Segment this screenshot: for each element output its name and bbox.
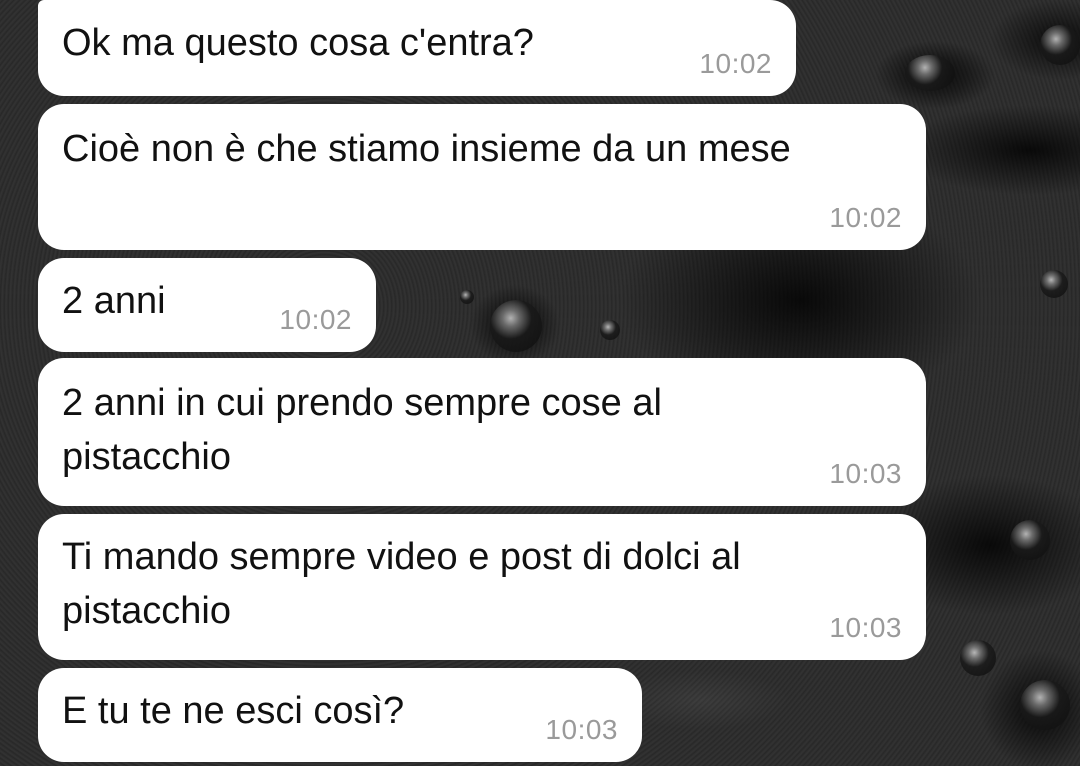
message-bubble[interactable]: Cioè non è che stiamo insieme da un mese… [38,104,926,250]
message-timestamp: 10:03 [829,458,902,489]
message-text: Ti mando sempre video e post di dolci al… [62,536,741,632]
message-text: Ok ma questo cosa c'entra? [62,22,534,64]
message-bubble[interactable]: 2 anni 10:02 [38,258,376,352]
message-bubble[interactable]: Ok ma questo cosa c'entra? 10:02 [38,0,796,96]
message-text: 2 anni [62,280,166,322]
message-timestamp: 10:02 [829,202,902,233]
message-timestamp: 10:03 [545,714,618,745]
message-timestamp: 10:02 [279,304,352,335]
message-bubble[interactable]: E tu te ne esci così? 10:03 [38,668,642,762]
bubble-tail [58,0,88,14]
chat-message-list[interactable]: Ok ma questo cosa c'entra? 10:02 Cioè no… [0,0,1080,766]
message-bubble[interactable]: Ti mando sempre video e post di dolci al… [38,514,926,660]
message-text: E tu te ne esci così? [62,690,405,732]
message-timestamp: 10:03 [829,612,902,643]
message-bubble[interactable]: 2 anni in cui prendo sempre cose al pist… [38,358,926,506]
message-text: 2 anni in cui prendo sempre cose al pist… [62,382,662,478]
message-text: Cioè non è che stiamo insieme da un mese [62,128,791,170]
message-timestamp: 10:02 [699,48,772,79]
